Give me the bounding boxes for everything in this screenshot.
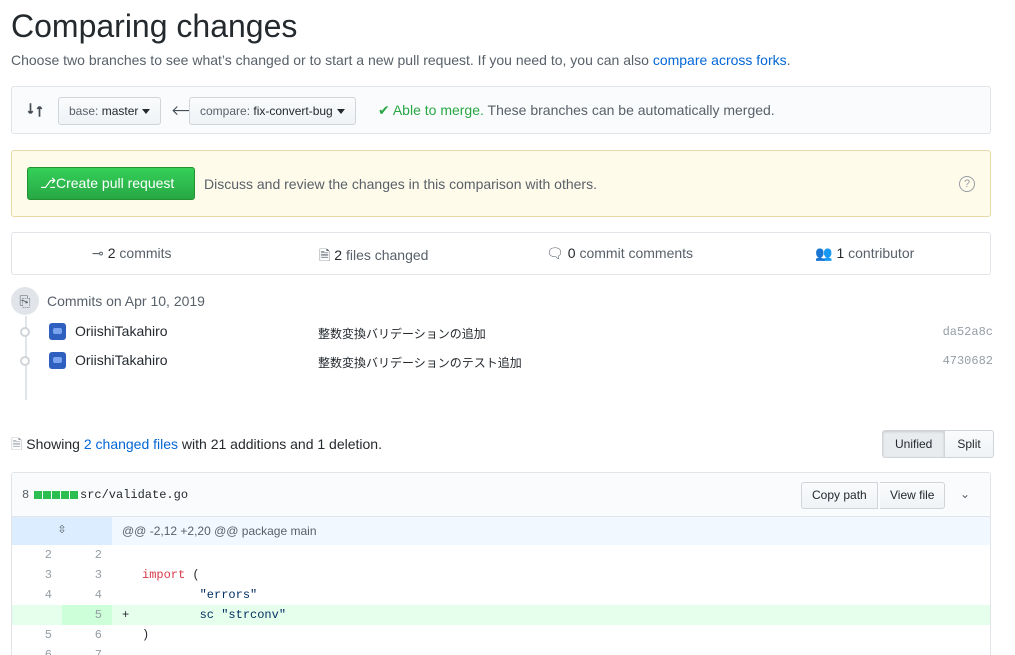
commit-dot-icon	[20, 356, 30, 366]
compare-label: compare:	[200, 104, 254, 118]
diff-line: 6 7	[12, 645, 990, 655]
commit-message[interactable]: 整数変換バリデーションのテスト追加	[318, 354, 522, 371]
split-view-button[interactable]: Split	[945, 430, 994, 458]
diffstat-blocks-icon	[34, 491, 78, 499]
create-pr-description: Discuss and review the changes in this c…	[204, 176, 597, 192]
file-diff-icon: 🗎	[11, 436, 23, 452]
line-code: )	[142, 628, 150, 642]
contributors-tab[interactable]: 👥 1 contributor	[815, 245, 914, 262]
file-diff-icon: 🗎	[319, 247, 331, 263]
diff-line: 2 2	[12, 545, 990, 565]
base-label: base:	[69, 104, 102, 118]
diff-line: 5 6 )	[12, 625, 990, 645]
new-line-number[interactable]: 3	[52, 565, 102, 585]
base-branch-select[interactable]: base: master	[58, 97, 162, 125]
file-header: 8 src/validate.go Copy path View file ⌄	[12, 473, 990, 517]
commits-tab[interactable]: ⊸ 2 commits	[92, 245, 172, 262]
addition-marker: +	[122, 608, 130, 622]
line-code: "errors"	[142, 588, 258, 602]
new-line-number[interactable]: 2	[52, 545, 102, 565]
caret-down-icon	[336, 109, 345, 115]
comments-count: 0	[567, 245, 576, 261]
code-keyword: import	[142, 568, 186, 582]
compare-branch-select[interactable]: compare: fix-convert-bug	[189, 97, 356, 125]
unified-view-button[interactable]: Unified	[882, 430, 946, 458]
page-title: Comparing changes	[11, 8, 298, 44]
subtitle-end: .	[786, 52, 791, 68]
commit-group-icon: ⎘	[11, 287, 39, 315]
compare-stats-bar: ⊸ 2 commits 🗎 2 files changed 🗨 0 commit co…	[11, 232, 991, 275]
commits-date-heading: Commits on Apr 10, 2019	[47, 293, 205, 309]
commits-count: 2	[107, 245, 116, 261]
new-line-number[interactable]: 4	[52, 585, 102, 605]
commit-message[interactable]: 整数変換バリデーションの追加	[318, 325, 486, 342]
compare-across-forks-link[interactable]: compare across forks	[653, 52, 787, 68]
create-pull-request-label: Create pull request	[56, 175, 175, 191]
help-question-icon[interactable]: ?	[959, 176, 975, 192]
files-changed-tab[interactable]: 🗎 2 files changed	[319, 245, 428, 269]
merge-status-text: These branches can be automatically merg…	[483, 102, 775, 118]
commits-label: commits	[115, 245, 172, 261]
contributors-label: contributor	[844, 245, 915, 261]
code-text: (	[185, 568, 200, 582]
diff-line: 4 4 "errors"	[12, 585, 990, 605]
subtitle-text: Choose two branches to see what’s change…	[11, 52, 653, 68]
old-line-number[interactable]: 6	[12, 645, 52, 655]
old-line-number[interactable]: 3	[12, 565, 52, 585]
page-subtitle: Choose two branches to see what’s change…	[11, 52, 791, 68]
expand-lines-icon[interactable]: ⇳	[12, 517, 112, 545]
copy-path-button[interactable]: Copy path	[801, 482, 878, 509]
merge-ok-text: ✔ Able to merge.	[378, 102, 484, 118]
hunk-header: @@ -2,12 +2,20 @@ package main	[122, 524, 317, 538]
commit-author[interactable]: OriishiTakahiro	[75, 352, 168, 368]
new-line-number[interactable]: 6	[52, 625, 102, 645]
merge-status: ✔ Able to merge. These branches can be a…	[378, 102, 775, 119]
line-code: import (	[142, 565, 200, 585]
comment-icon: 🗨	[546, 245, 564, 261]
commit-comments-tab[interactable]: 🗨 0 commit comments	[546, 245, 693, 262]
create-pr-banner: ⎇Create pull request Discuss and review …	[11, 150, 991, 217]
compare-arrows-icon	[27, 103, 43, 117]
files-summary-suffix: with 21 additions and 1 deletion.	[178, 436, 382, 452]
hunk-header-row: ⇳ @@ -2,12 +2,20 @@ package main	[12, 517, 990, 545]
create-pull-request-button[interactable]: ⎇Create pull request	[27, 167, 195, 200]
commit-sha[interactable]: da52a8c	[943, 325, 993, 339]
diff-line: 3 3 import (	[12, 565, 990, 585]
changed-files-link[interactable]: 2 changed files	[84, 436, 178, 452]
diffstat-count: 8	[22, 488, 30, 502]
commit-dot-icon	[20, 327, 30, 337]
files-summary: 🗎 Showing 2 changed files with 21 additio…	[11, 434, 382, 458]
chevron-down-icon[interactable]: ⌄	[960, 487, 970, 501]
compare-branch-name: fix-convert-bug	[253, 104, 333, 118]
pull-request-icon: ⎇	[40, 175, 57, 191]
branch-range-editor: base: master 🡐 compare: fix-convert-bug …	[11, 86, 991, 134]
file-diff: 8 src/validate.go Copy path View file ⌄ …	[11, 472, 991, 655]
diff-line-addition: 5 + sc "strconv"	[12, 605, 990, 625]
people-icon: 👥	[815, 245, 833, 261]
avatar[interactable]	[49, 323, 66, 340]
files-summary-prefix: Showing	[26, 436, 84, 452]
commit-list-item: OriishiTakahiro 整数変換バリデーションのテスト追加 473068…	[0, 347, 1015, 375]
commit-sha[interactable]: 4730682	[943, 354, 993, 368]
old-line-number[interactable]: 2	[12, 545, 52, 565]
commit-author[interactable]: OriishiTakahiro	[75, 323, 168, 339]
view-file-button[interactable]: View file	[880, 482, 946, 509]
commit-icon: ⊸	[92, 245, 104, 261]
old-line-number[interactable]: 5	[12, 625, 52, 645]
avatar[interactable]	[49, 352, 66, 369]
commit-list-item: OriishiTakahiro 整数変換バリデーションの追加 da52a8c	[0, 318, 1015, 346]
new-line-number[interactable]: 5	[62, 605, 112, 625]
files-count: 2	[334, 247, 343, 263]
file-path[interactable]: src/validate.go	[80, 488, 188, 502]
base-branch-name: master	[101, 104, 139, 118]
caret-down-icon	[142, 109, 151, 115]
new-line-number[interactable]: 7	[52, 645, 102, 655]
comments-label: commit comments	[575, 245, 694, 261]
files-label: files changed	[342, 247, 429, 263]
diff-view-toggle: Unified Split	[882, 430, 994, 458]
old-line-number[interactable]: 4	[12, 585, 52, 605]
line-code: sc "strconv"	[142, 608, 287, 622]
